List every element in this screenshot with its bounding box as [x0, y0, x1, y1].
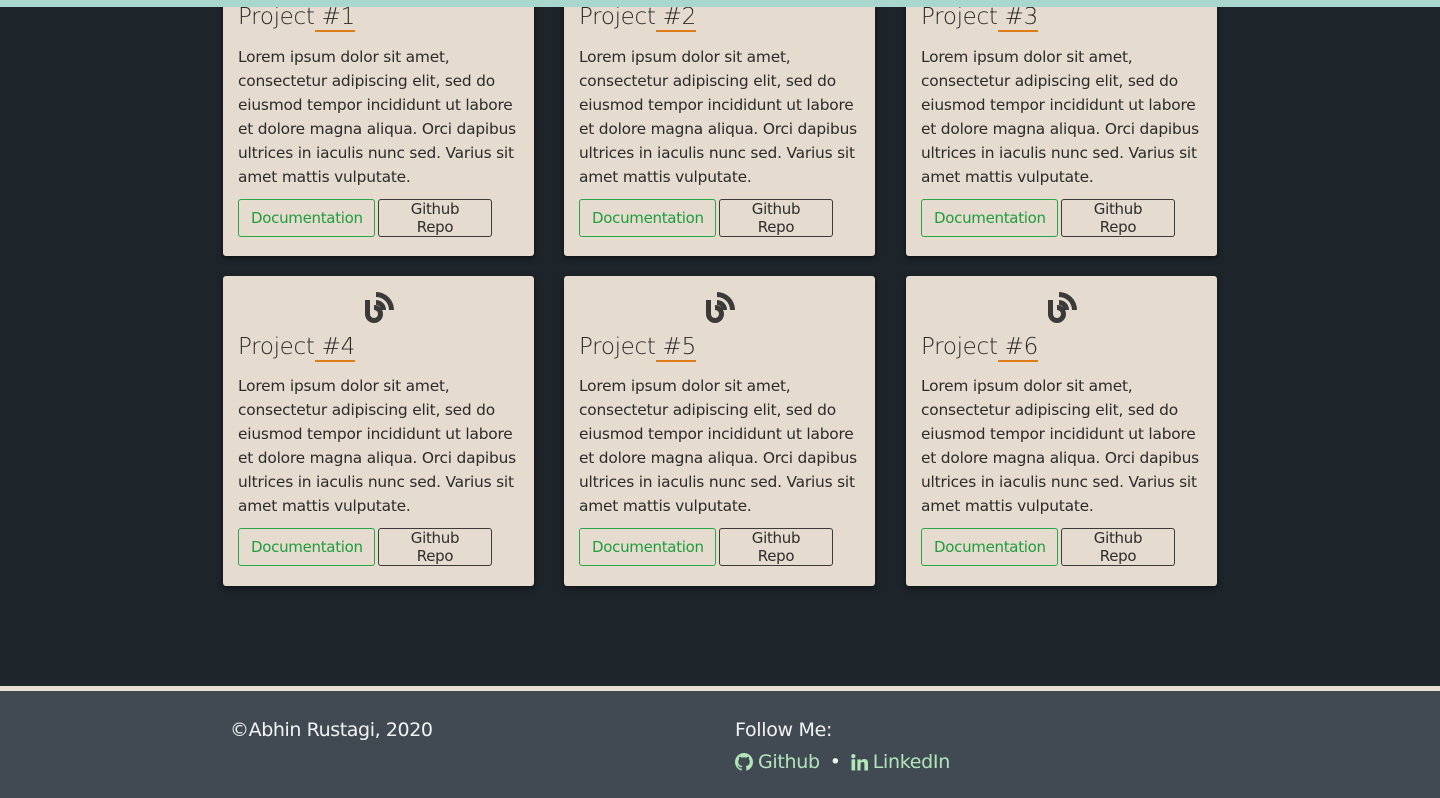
link-separator: •	[829, 751, 841, 773]
linkedin-icon	[850, 753, 868, 770]
github-repo-button[interactable]: Github Repo	[1061, 199, 1175, 237]
linkedin-link[interactable]: LinkedIn	[850, 751, 951, 773]
project-title: Project #2	[579, 4, 696, 32]
project-card: Project #5 Lorem ipsum dolor sit amet, c…	[564, 276, 875, 586]
linkedin-link-label: LinkedIn	[872, 751, 951, 773]
documentation-button[interactable]: Documentation	[579, 199, 716, 237]
documentation-button[interactable]: Documentation	[238, 199, 375, 237]
documentation-button[interactable]: Documentation	[579, 528, 716, 566]
documentation-button[interactable]: Documentation	[921, 528, 1058, 566]
project-description: Lorem ipsum dolor sit amet, consectetur …	[579, 377, 857, 515]
project-title: Project #1	[238, 4, 355, 32]
github-link-label: Github	[758, 751, 820, 773]
projects-grid: Project #1 Lorem ipsum dolor sit amet, c…	[0, 0, 1440, 686]
footer: ©Abhin Rustagi, 2020 Follow Me: Github •…	[0, 686, 1440, 798]
github-repo-button[interactable]: Github Repo	[1061, 528, 1175, 566]
project-card: Project #3 Lorem ipsum dolor sit amet, c…	[906, 0, 1217, 256]
project-description: Lorem ipsum dolor sit amet, consectetur …	[238, 377, 516, 515]
top-accent-bar	[0, 0, 1440, 7]
project-card: Project #4 Lorem ipsum dolor sit amet, c…	[223, 276, 534, 586]
github-link[interactable]: Github	[735, 751, 820, 773]
blog-feed-icon	[564, 290, 875, 324]
follow-label: Follow Me:	[735, 719, 833, 741]
project-title: Project #3	[921, 4, 1038, 32]
project-description: Lorem ipsum dolor sit amet, consectetur …	[238, 48, 516, 186]
project-card: Project #2 Lorem ipsum dolor sit amet, c…	[564, 0, 875, 256]
project-card: Project #6 Lorem ipsum dolor sit amet, c…	[906, 276, 1217, 586]
social-links: Github • LinkedIn	[735, 751, 950, 773]
documentation-button[interactable]: Documentation	[238, 528, 375, 566]
project-description: Lorem ipsum dolor sit amet, consectetur …	[921, 48, 1199, 186]
project-card: Project #1 Lorem ipsum dolor sit amet, c…	[223, 0, 534, 256]
copyright-text: ©Abhin Rustagi, 2020	[230, 719, 433, 741]
blog-feed-icon	[223, 290, 534, 324]
github-repo-button[interactable]: Github Repo	[378, 528, 492, 566]
project-title: Project #5	[579, 334, 696, 362]
github-icon	[735, 753, 753, 771]
github-repo-button[interactable]: Github Repo	[378, 199, 492, 237]
project-title: Project #4	[238, 334, 355, 362]
github-repo-button[interactable]: Github Repo	[719, 528, 833, 566]
blog-feed-icon	[906, 290, 1217, 324]
project-description: Lorem ipsum dolor sit amet, consectetur …	[921, 377, 1199, 515]
project-title: Project #6	[921, 334, 1038, 362]
documentation-button[interactable]: Documentation	[921, 199, 1058, 237]
project-description: Lorem ipsum dolor sit amet, consectetur …	[579, 48, 857, 186]
github-repo-button[interactable]: Github Repo	[719, 199, 833, 237]
